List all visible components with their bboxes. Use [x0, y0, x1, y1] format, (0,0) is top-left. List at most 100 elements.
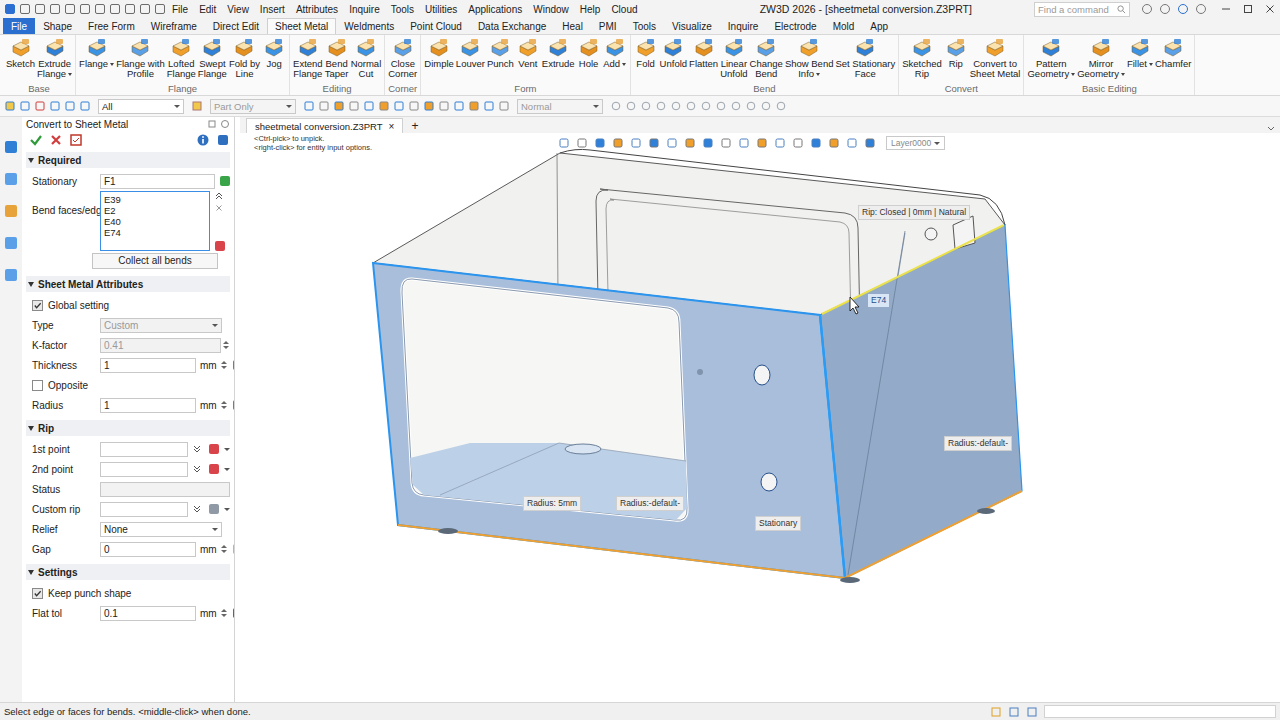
ribbon-button[interactable]: Chamfer [1154, 37, 1192, 69]
pick-icon[interactable] [233, 400, 235, 410]
ribbon-button[interactable]: ExtendFlange [292, 37, 324, 79]
toolbar-icon[interactable] [49, 100, 61, 112]
pick-icon[interactable] [209, 504, 219, 514]
pick-icon[interactable] [209, 464, 219, 474]
checkbox[interactable] [32, 588, 43, 599]
view-tool-icon[interactable] [594, 137, 606, 149]
settings-icon[interactable] [216, 133, 230, 147]
spinner[interactable] [221, 401, 228, 409]
view-tool-icon[interactable] [828, 137, 840, 149]
apply-icon[interactable] [69, 133, 83, 147]
cancel-icon[interactable] [49, 133, 63, 147]
toolbar-icon[interactable] [333, 100, 345, 112]
section-header[interactable]: Sheet Metal Attributes [26, 276, 230, 292]
toolbar-icon[interactable] [760, 100, 772, 112]
toolbar-icon[interactable] [303, 100, 315, 112]
toolbar-icon[interactable] [79, 100, 91, 112]
filter-select[interactable]: All [98, 99, 184, 114]
pick-icon[interactable] [215, 241, 225, 251]
toolbar-icon[interactable] [408, 100, 420, 112]
dropdown[interactable]: Custom [100, 318, 222, 333]
move-up-icon[interactable] [214, 191, 224, 201]
toolbar-icon[interactable] [715, 100, 727, 112]
spinner[interactable] [221, 361, 228, 369]
quick-access-icon[interactable] [124, 3, 136, 15]
expand-chevron-icon[interactable] [192, 444, 202, 454]
ribbon-tab[interactable]: Wireframe [143, 18, 205, 34]
scope-select[interactable]: Part Only [210, 99, 296, 114]
expand-chevron-icon[interactable] [192, 464, 202, 474]
bend-annotation[interactable]: Stationary [755, 516, 801, 531]
ribbon-button[interactable]: Sketch [5, 37, 36, 69]
status-icon[interactable] [1008, 706, 1020, 718]
quick-access-icon[interactable] [79, 3, 91, 15]
toolbar-icon[interactable] [318, 100, 330, 112]
toolbar-icon[interactable] [483, 100, 495, 112]
section-header[interactable]: Settings [26, 564, 230, 580]
ribbon-button[interactable]: NormalCut [350, 37, 383, 79]
ribbon-tab[interactable]: Shape [35, 18, 80, 34]
text-field[interactable] [100, 462, 188, 477]
ribbon-tab[interactable]: Heal [554, 18, 591, 34]
view-tool-icon[interactable] [684, 137, 696, 149]
toolbar-icon[interactable] [378, 100, 390, 112]
filter-icon[interactable] [191, 100, 203, 112]
text-field[interactable] [100, 442, 188, 457]
section-header[interactable]: Rip [26, 420, 230, 436]
tab-menu-icon[interactable] [1266, 123, 1276, 133]
ribbon-button[interactable]: Flange [78, 37, 115, 69]
view-tool-icon[interactable] [630, 137, 642, 149]
ribbon-tab[interactable]: Sheet Metal [267, 18, 336, 34]
ribbon-tab[interactable]: App [862, 18, 896, 34]
toolbar-icon[interactable] [745, 100, 757, 112]
toolbar-icon[interactable] [468, 100, 480, 112]
text-field[interactable]: 1 [100, 398, 196, 413]
ok-icon[interactable] [29, 133, 43, 147]
toolbar-icon[interactable] [453, 100, 465, 112]
ribbon-tab[interactable]: Data Exchange [470, 18, 554, 34]
list-item[interactable]: E39 [104, 194, 206, 205]
ribbon-button[interactable]: Flatten [688, 37, 719, 69]
bend-annotation[interactable]: Radius: 5mm [523, 496, 581, 511]
ribbon-tab[interactable]: Point Cloud [402, 18, 470, 34]
quick-access-icon[interactable] [94, 3, 106, 15]
pick-icon[interactable] [233, 608, 235, 618]
ribbon-button[interactable]: Extrude [541, 37, 576, 69]
ribbon-button[interactable]: Punch [486, 37, 515, 69]
toolbar-icon[interactable] [610, 100, 622, 112]
quick-access-icon[interactable] [49, 3, 61, 15]
ribbon-tab[interactable]: File [3, 18, 35, 34]
ribbon-button[interactable]: Hole [576, 37, 602, 69]
view-tool-icon[interactable] [612, 137, 624, 149]
entity-list[interactable]: E39E2E40E74 [100, 191, 210, 251]
help-icon[interactable] [220, 119, 230, 129]
text-field[interactable] [100, 502, 188, 517]
ribbon-button[interactable]: Set StationaryFace [834, 37, 896, 79]
ribbon-button[interactable]: Fillet [1126, 37, 1154, 69]
menu-item[interactable]: Edit [199, 4, 216, 15]
toolbar-icon[interactable] [363, 100, 375, 112]
status-icon[interactable] [990, 706, 1002, 718]
view-tool-icon[interactable] [774, 137, 786, 149]
ribbon-button[interactable]: Convert toSheet Metal [969, 37, 1022, 79]
text-field[interactable]: 0.41 [100, 338, 221, 353]
pick-icon[interactable] [209, 444, 219, 454]
view-tool-icon[interactable] [576, 137, 588, 149]
ribbon-button[interactable]: PatternGeometry [1026, 37, 1076, 79]
text-field[interactable] [100, 482, 230, 497]
document-tab[interactable]: sheetmetal conversion.Z3PRT× [246, 118, 403, 133]
ribbon-button[interactable]: ChangeBend [749, 37, 784, 79]
ribbon-button[interactable]: SweptFlange [197, 37, 228, 79]
ribbon-button[interactable]: Vent [515, 37, 541, 69]
pick-icon[interactable] [220, 176, 230, 186]
ribbon-tab[interactable]: Inquire [720, 18, 767, 34]
menu-item[interactable]: Help [580, 4, 601, 15]
toolbar-icon[interactable] [438, 100, 450, 112]
ribbon-button[interactable]: Louver [455, 37, 486, 69]
checkbox[interactable] [32, 300, 43, 311]
view-tool-icon[interactable] [558, 137, 570, 149]
spinner[interactable] [221, 545, 228, 553]
toolbar-icon[interactable] [34, 100, 46, 112]
view-tool-icon[interactable] [846, 137, 858, 149]
list-item[interactable]: E40 [104, 216, 206, 227]
